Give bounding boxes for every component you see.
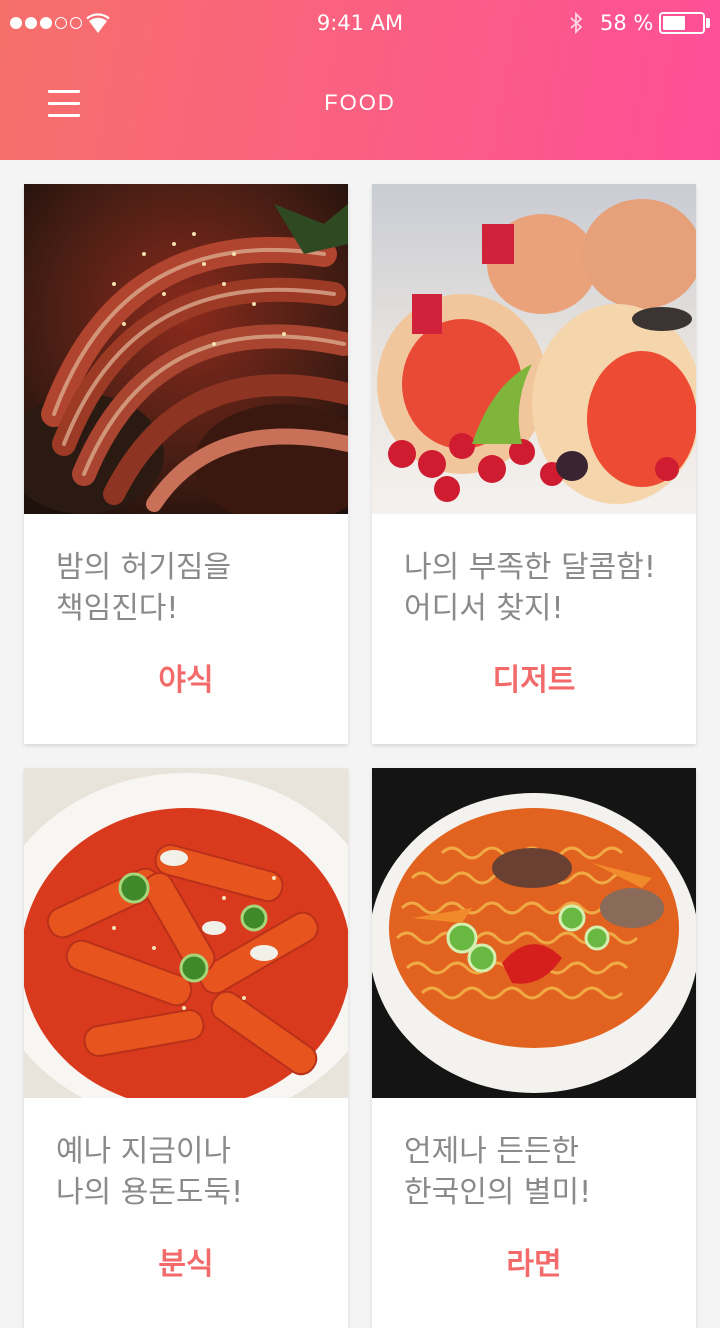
battery-percentage: 58 % — [600, 11, 654, 35]
ramen-bowl-photo — [372, 768, 696, 1098]
bluetooth-icon — [570, 11, 583, 35]
card-description: 밤의 허기짐을 책임진다! — [56, 550, 232, 626]
status-bar: 9:41 AM 58 % — [0, 0, 720, 48]
page-title: FOOD — [324, 90, 396, 115]
food-category-grid: 밤의 허기짐을 책임진다! 야식 나의 부족한 달콤함! 어디서 찾지! 디저트… — [0, 160, 720, 1328]
category-card-bunsik[interactable]: 예나 지금이나 나의 용돈도둑! 분식 — [24, 768, 348, 1328]
category-label: 디저트 — [492, 663, 576, 698]
app-header: 9:41 AM 58 % FOOD — [0, 0, 720, 160]
strawberry-roll-cake-photo — [372, 184, 696, 514]
card-description: 언제나 든든한 한국인의 별미! — [404, 1134, 592, 1210]
card-description: 나의 부족한 달콤함! 어디서 찾지! — [404, 550, 656, 626]
battery-icon — [659, 12, 705, 34]
battery-cap-icon — [706, 18, 710, 28]
card-description: 예나 지금이나 나의 용돈도둑! — [56, 1134, 244, 1210]
category-card-dessert[interactable]: 나의 부족한 달콤함! 어디서 찾지! 디저트 — [372, 184, 696, 744]
tteokbokki-photo — [24, 768, 348, 1098]
category-label: 분식 — [158, 1247, 214, 1282]
category-card-yasik[interactable]: 밤의 허기짐을 책임진다! 야식 — [24, 184, 348, 744]
category-card-ramen[interactable]: 언제나 든든한 한국인의 별미! 라면 — [372, 768, 696, 1328]
braised-pork-trotters-photo — [24, 184, 348, 514]
category-label: 야식 — [158, 663, 214, 698]
category-label: 라면 — [506, 1247, 562, 1282]
